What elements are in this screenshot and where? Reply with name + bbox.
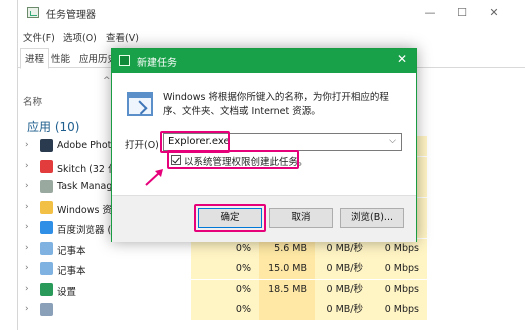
- app-icon: [40, 303, 53, 316]
- memory-cell: 15.0 MB: [259, 259, 315, 279]
- expand-chevron-icon[interactable]: ›: [25, 202, 33, 212]
- open-label: 打开(O):: [125, 140, 163, 151]
- close-button[interactable]: ✕: [481, 4, 507, 22]
- task-manager-app-icon: [27, 7, 39, 18]
- menu-file[interactable]: 文件(F): [23, 30, 55, 44]
- task-manager-titlebar: 任务管理器 — ☐ ✕: [18, 0, 525, 26]
- dialog-title-icon: [119, 55, 130, 66]
- expand-chevron-icon[interactable]: ›: [25, 243, 33, 253]
- highlight-box-ok: [194, 204, 266, 232]
- run-icon: [127, 92, 153, 116]
- process-name: 记事本: [57, 266, 86, 277]
- disk-cell: 0 MB/秒: [315, 279, 371, 300]
- dialog-footer: 确定 取消 浏览(B)...: [112, 195, 416, 242]
- cpu-cell: 0%: [191, 300, 259, 320]
- expand-chevron-icon[interactable]: ›: [25, 140, 33, 150]
- skitch-icon: [40, 159, 53, 173]
- task-manager-title: 任务管理器: [46, 10, 96, 21]
- annotation-arrow-icon: [145, 169, 163, 186]
- tab-processes[interactable]: 进程: [20, 48, 50, 69]
- dialog-close-icon[interactable]: ✕: [397, 52, 407, 66]
- highlight-box-checkbox: [167, 150, 299, 169]
- group-header-apps[interactable]: 应用 (10): [27, 118, 79, 135]
- expand-chevron-icon[interactable]: ›: [25, 284, 33, 294]
- process-row[interactable]: › 0% 0 MB/秒 0 Mbps: [18, 300, 525, 320]
- network-cell: 0 Mbps: [371, 300, 427, 320]
- maximize-button[interactable]: ☐: [449, 4, 475, 22]
- disk-cell: 0 MB/秒: [315, 259, 371, 279]
- notepad-icon: [40, 262, 53, 275]
- tab-performance[interactable]: 性能: [51, 51, 70, 65]
- dialog-description: Windows 将根据你所键入的名称，为你打开相应的程序、文件夹、文档或 Int…: [163, 92, 389, 117]
- expand-chevron-icon[interactable]: ›: [25, 161, 33, 171]
- adobe-photoshop-icon: [40, 139, 53, 152]
- memory-cell: 18.5 MB: [259, 279, 315, 300]
- process-name: 记事本: [57, 245, 86, 257]
- process-row[interactable]: › 记事本 0% 15.0 MB 0 MB/秒 0 Mbps: [18, 259, 525, 279]
- network-cell: 0 Mbps: [371, 259, 427, 279]
- notepad-icon: [40, 241, 53, 255]
- dialog-title: 新建任务: [137, 58, 177, 69]
- memory-cell: [259, 300, 315, 320]
- process-row[interactable]: › 设置 0% 18.5 MB 0 MB/秒 0 Mbps: [18, 279, 525, 300]
- network-cell: 0 Mbps: [371, 279, 427, 300]
- folder-icon: [40, 200, 53, 214]
- column-header-name[interactable]: 名称: [23, 94, 42, 108]
- expand-chevron-icon[interactable]: ›: [25, 304, 33, 314]
- cpu-cell: 0%: [191, 259, 259, 279]
- cancel-button[interactable]: 取消: [269, 208, 333, 228]
- menu-options[interactable]: 选项(O): [63, 30, 97, 44]
- minimize-button[interactable]: —: [417, 4, 443, 22]
- dialog-titlebar: 新建任务 ✕: [112, 49, 416, 73]
- expand-chevron-icon[interactable]: ›: [25, 263, 33, 273]
- disk-cell: 0 MB/秒: [315, 300, 371, 320]
- new-task-dialog: 新建任务 ✕ Windows 将根据你所键入的名称，为你打开相应的程序、文件夹、…: [111, 48, 417, 242]
- baidu-browser-icon: [40, 221, 53, 234]
- settings-icon: [40, 282, 53, 296]
- menu-bar: 文件(F) 选项(O) 查看(V): [18, 27, 525, 45]
- browse-button[interactable]: 浏览(B)...: [340, 208, 404, 228]
- expand-chevron-icon[interactable]: ›: [25, 181, 33, 191]
- dropdown-chevron-icon[interactable]: ⌵: [389, 136, 396, 146]
- menu-view[interactable]: 查看(V): [106, 30, 139, 44]
- process-name: 设置: [57, 286, 77, 298]
- cpu-cell: 0%: [191, 279, 259, 300]
- expand-chevron-icon[interactable]: ›: [25, 222, 33, 232]
- task-manager-icon: [40, 180, 53, 193]
- sort-indicator-icon: ^: [103, 76, 111, 86]
